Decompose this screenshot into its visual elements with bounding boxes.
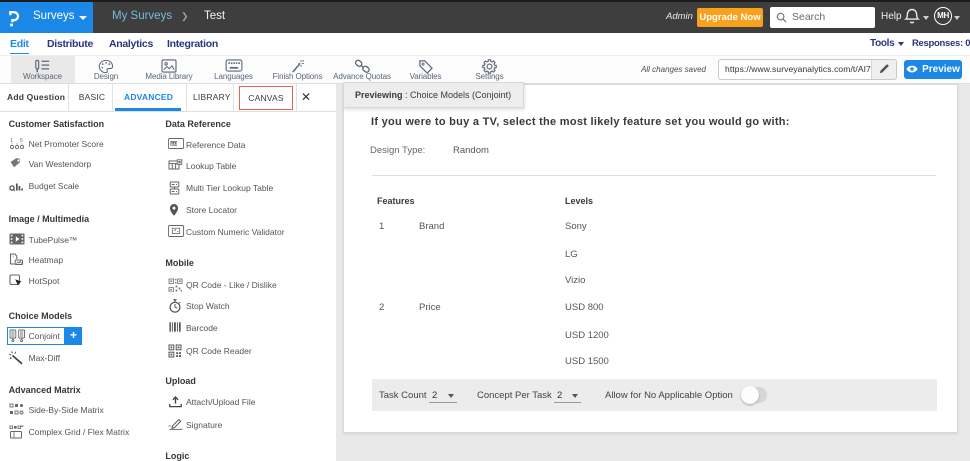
svg-text:*: * bbox=[174, 229, 176, 235]
svg-text:•: • bbox=[177, 228, 179, 233]
svg-text:5: 5 bbox=[20, 138, 23, 144]
svg-text:1: 1 bbox=[10, 138, 13, 144]
svg-text:×: × bbox=[168, 423, 171, 429]
svg-text:DATA: DATA bbox=[170, 142, 179, 146]
svg-text:?: ? bbox=[12, 254, 15, 259]
